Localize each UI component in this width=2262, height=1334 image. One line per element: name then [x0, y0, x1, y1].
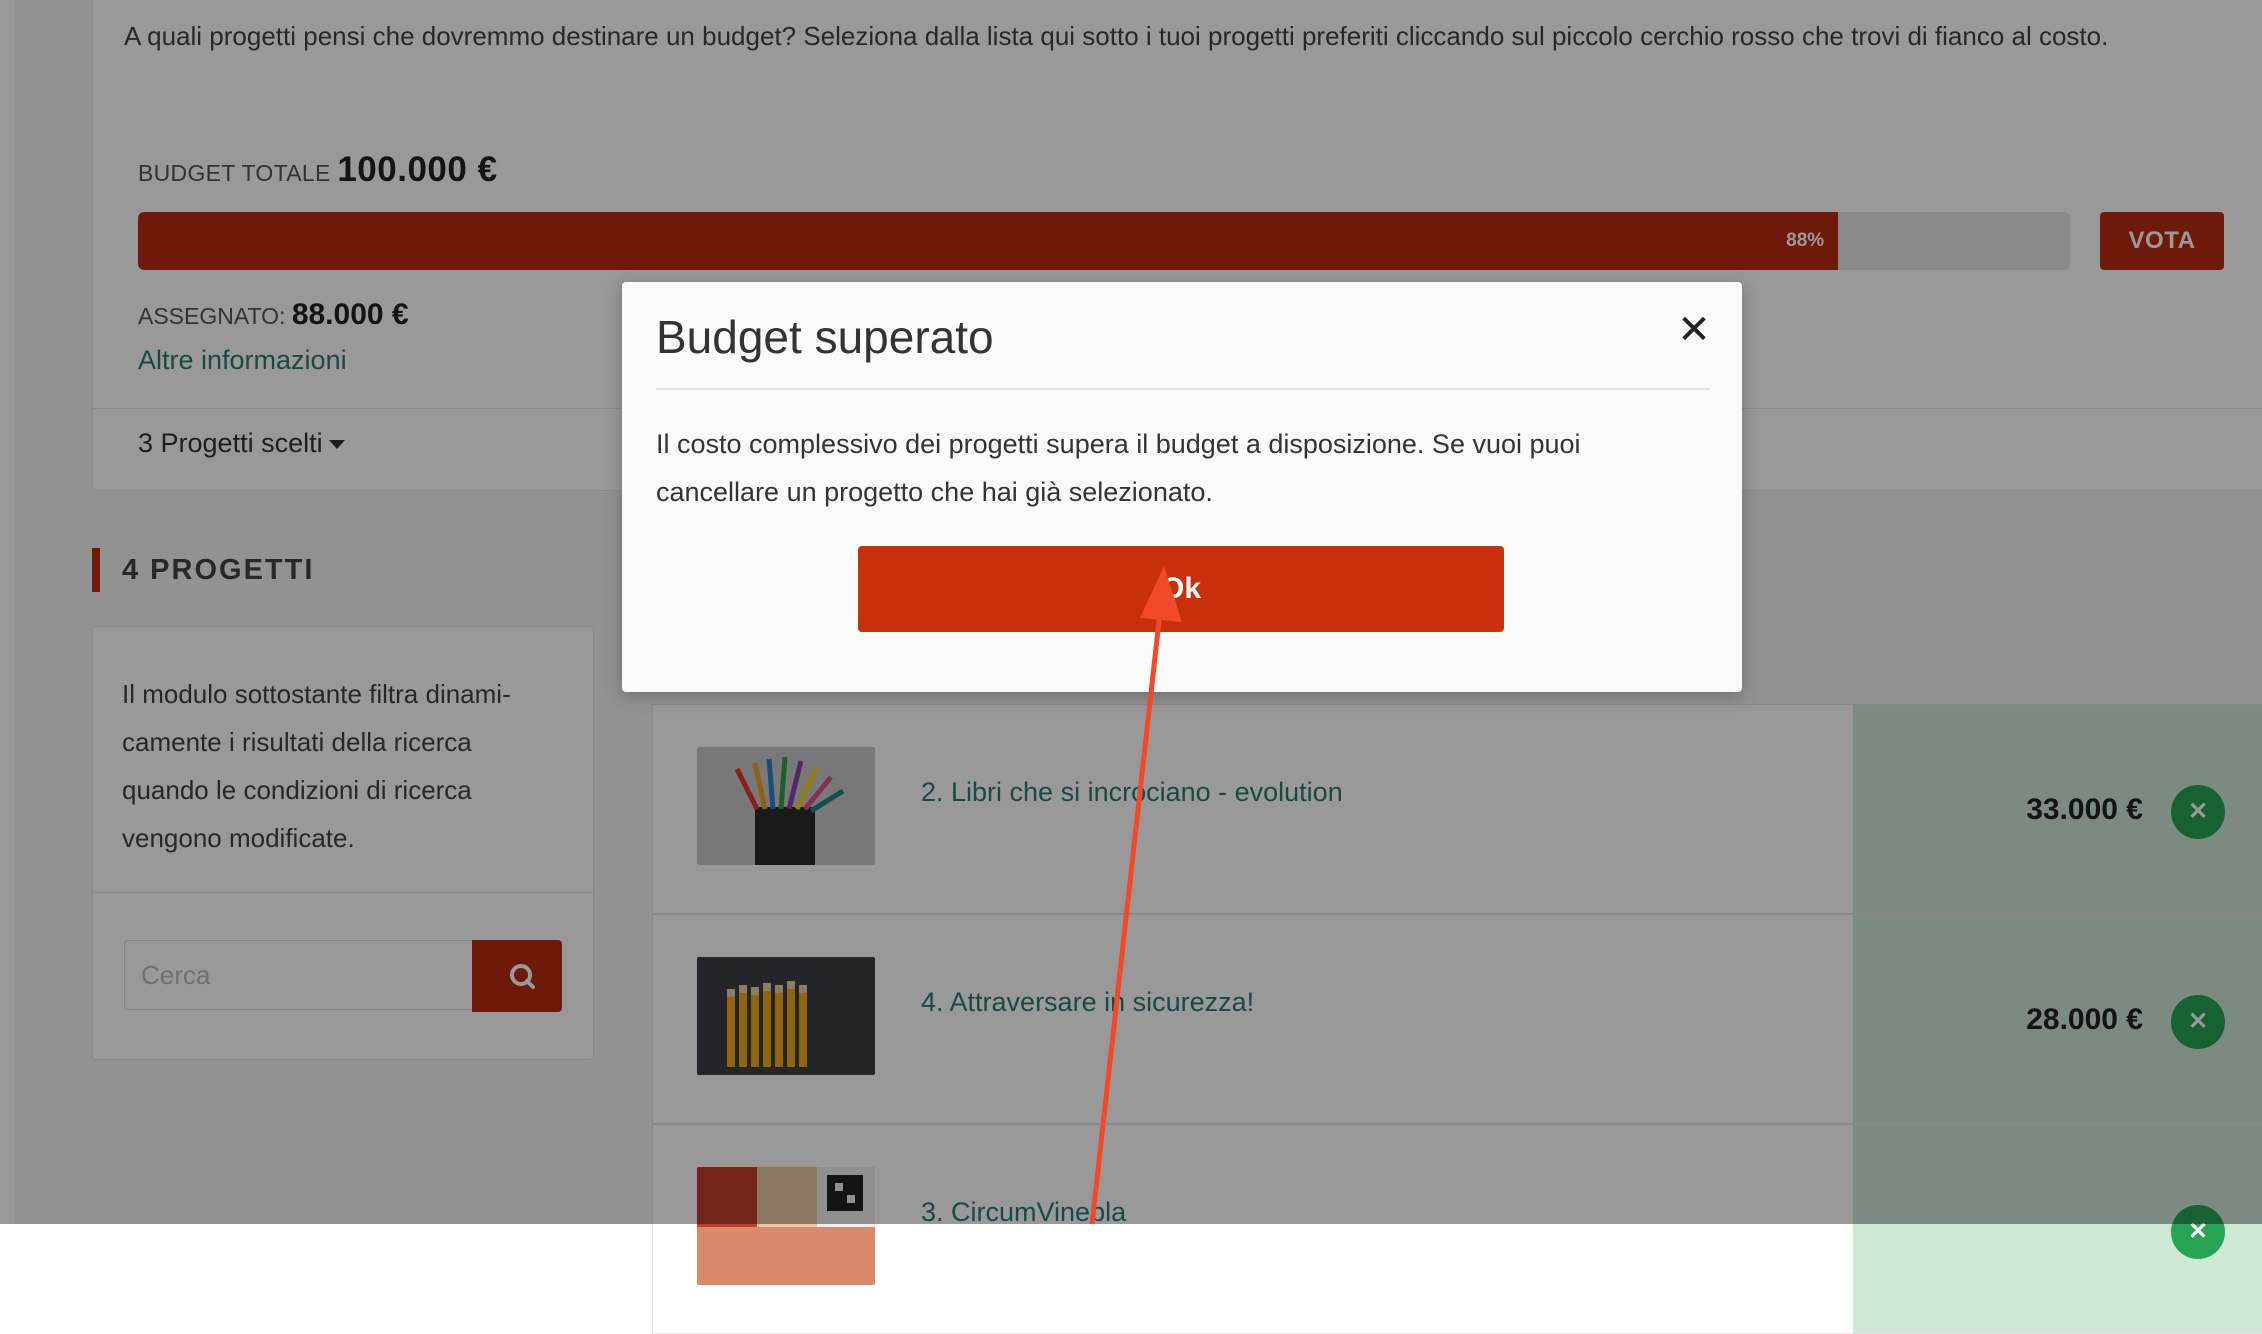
- annotation-arrow: [1089, 566, 1182, 1224]
